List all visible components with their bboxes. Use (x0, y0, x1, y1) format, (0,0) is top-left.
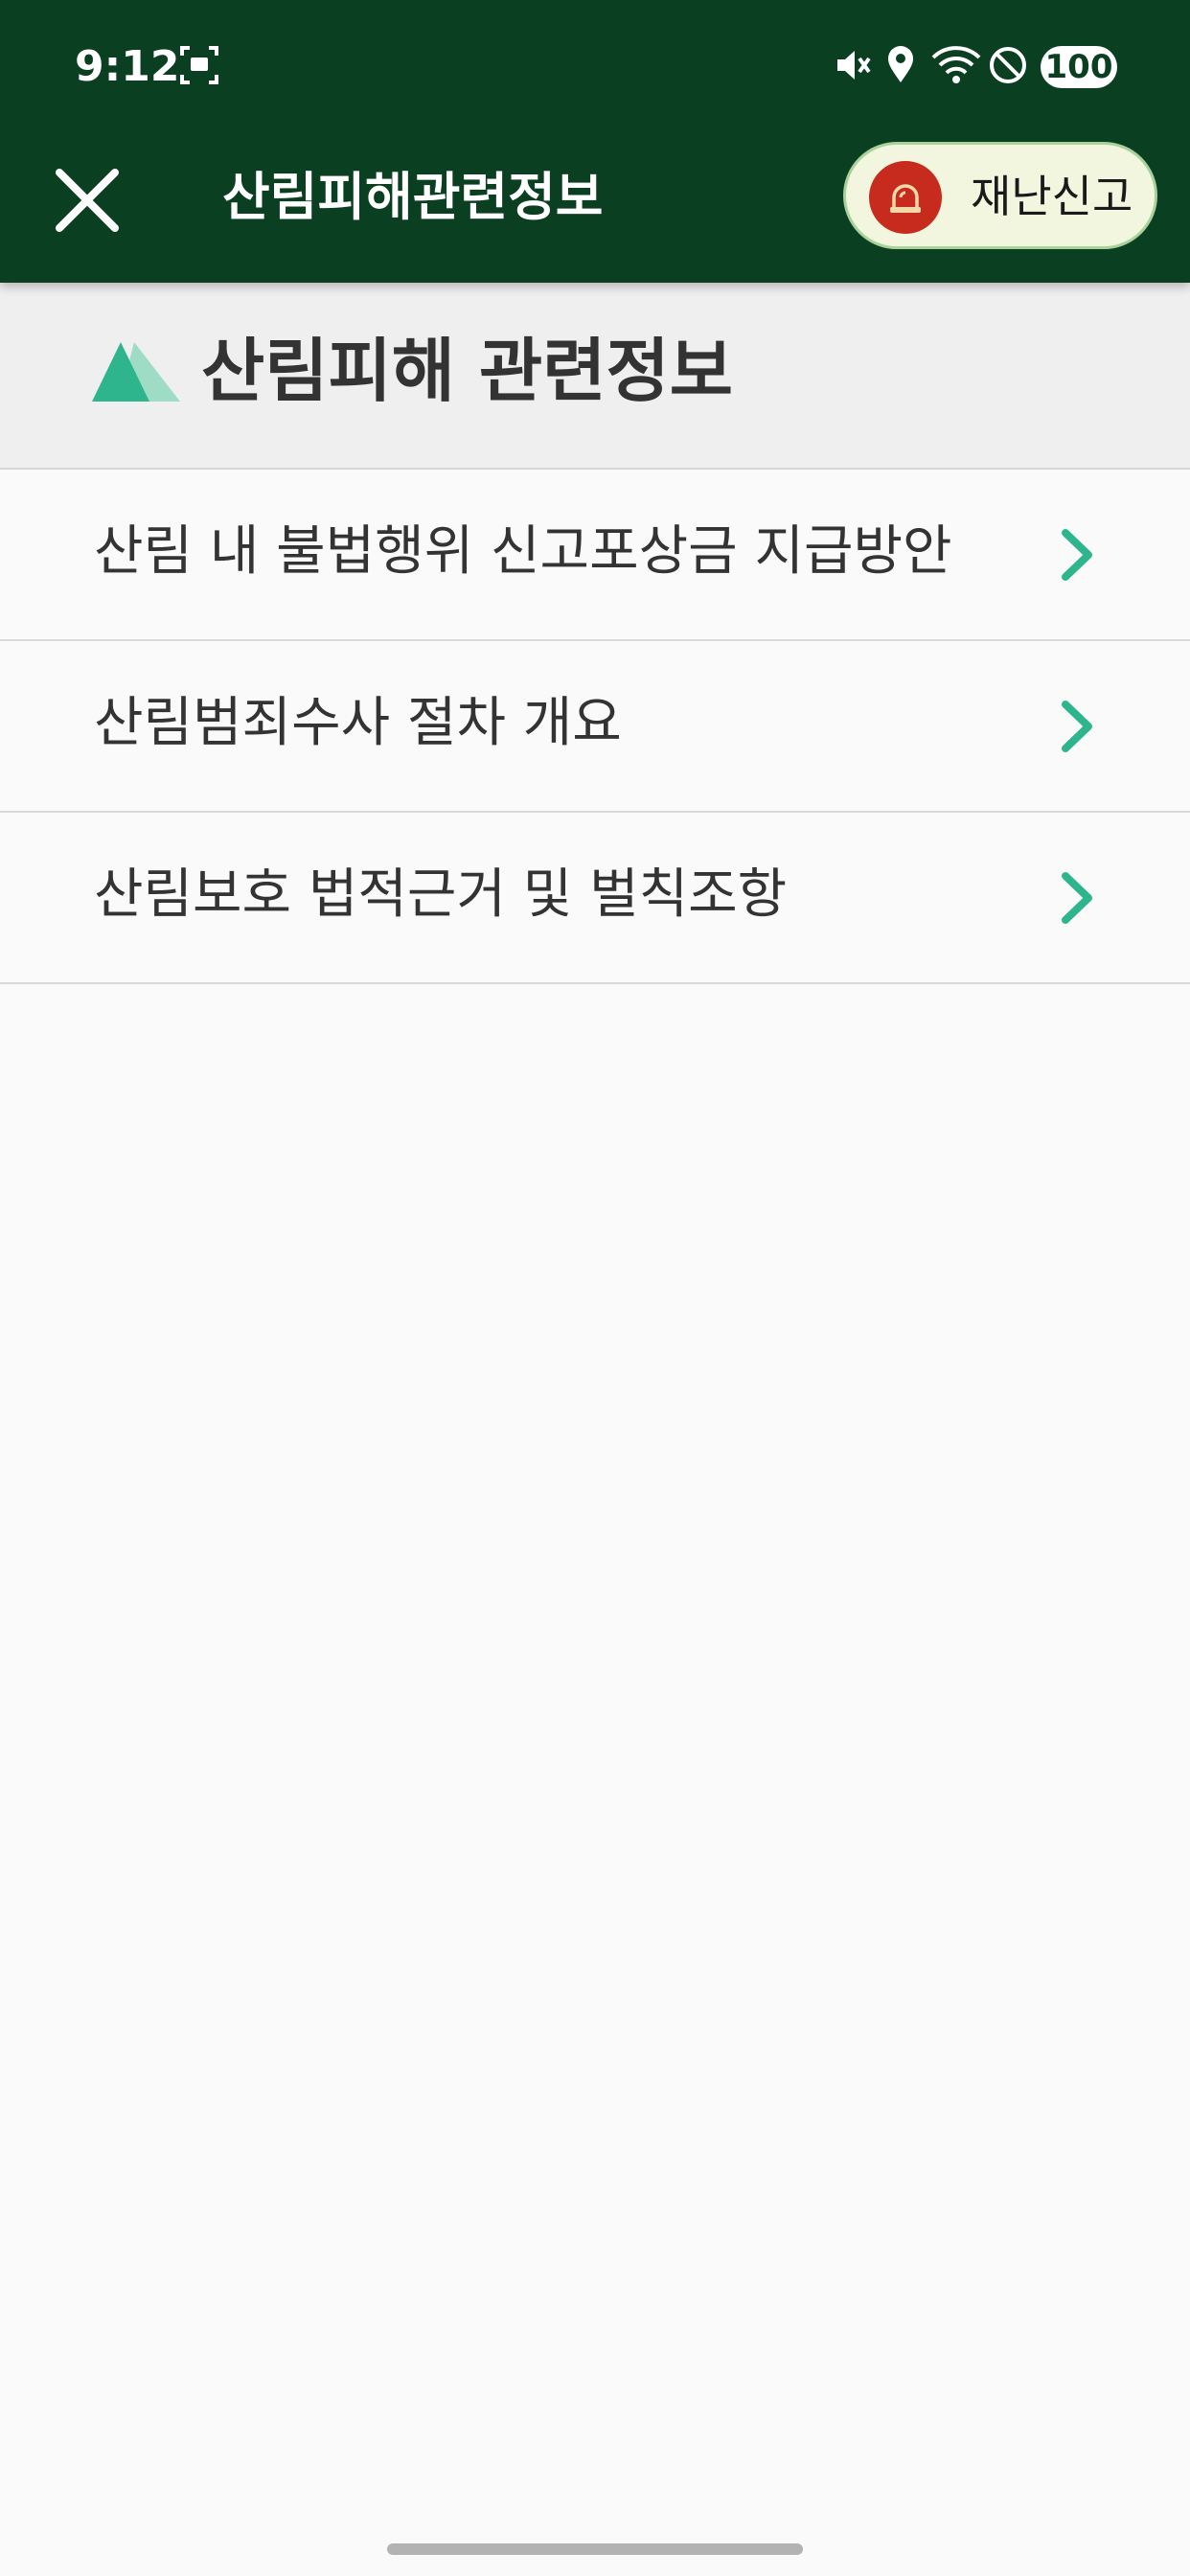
app-bar-title: 산림피해관련정보 (222, 167, 604, 227)
chevron-right-icon (1058, 868, 1096, 932)
siren-icon (869, 161, 942, 234)
menu-list: 산림 내 불법행위 신고포상금 지급방안 산림범죄수사 절차 개요 산림보호 법… (0, 470, 1190, 984)
disaster-report-button[interactable]: 재난신고 (843, 142, 1157, 249)
section-title: 산림피해 관련정보 (201, 331, 733, 411)
home-indicator[interactable] (387, 2543, 803, 2555)
do-not-disturb-icon (987, 44, 1029, 88)
list-item-reward-program[interactable]: 산림 내 불법행위 신고포상금 지급방안 (0, 470, 1190, 641)
status-time: 9:12 (75, 42, 180, 91)
mountain-icon (92, 340, 184, 407)
mute-icon (834, 44, 872, 88)
disaster-report-label: 재난신고 (971, 171, 1133, 222)
location-icon (885, 44, 916, 88)
status-bar: 9:12 100 (0, 0, 1190, 139)
section-header: 산림피해 관련정보 (0, 283, 1190, 470)
battery-badge: 100 (1041, 46, 1117, 88)
list-item-label: 산림보호 법적근거 및 벌칙조항 (94, 863, 788, 926)
list-item-label: 산림 내 불법행위 신고포상금 지급방안 (94, 520, 952, 583)
screenshot-icon (178, 44, 220, 88)
close-button[interactable] (46, 159, 128, 242)
list-item-investigation-procedure[interactable]: 산림범죄수사 절차 개요 (0, 641, 1190, 813)
close-icon (46, 169, 128, 245)
top-app-bar: 9:12 100 산림피해관련정보 재난신고 (0, 0, 1190, 283)
list-item-legal-basis[interactable]: 산림보호 법적근거 및 벌칙조항 (0, 813, 1190, 984)
chevron-right-icon (1058, 697, 1096, 760)
wifi-icon (931, 44, 981, 88)
list-item-label: 산림범죄수사 절차 개요 (94, 692, 622, 754)
chevron-right-icon (1058, 525, 1096, 588)
